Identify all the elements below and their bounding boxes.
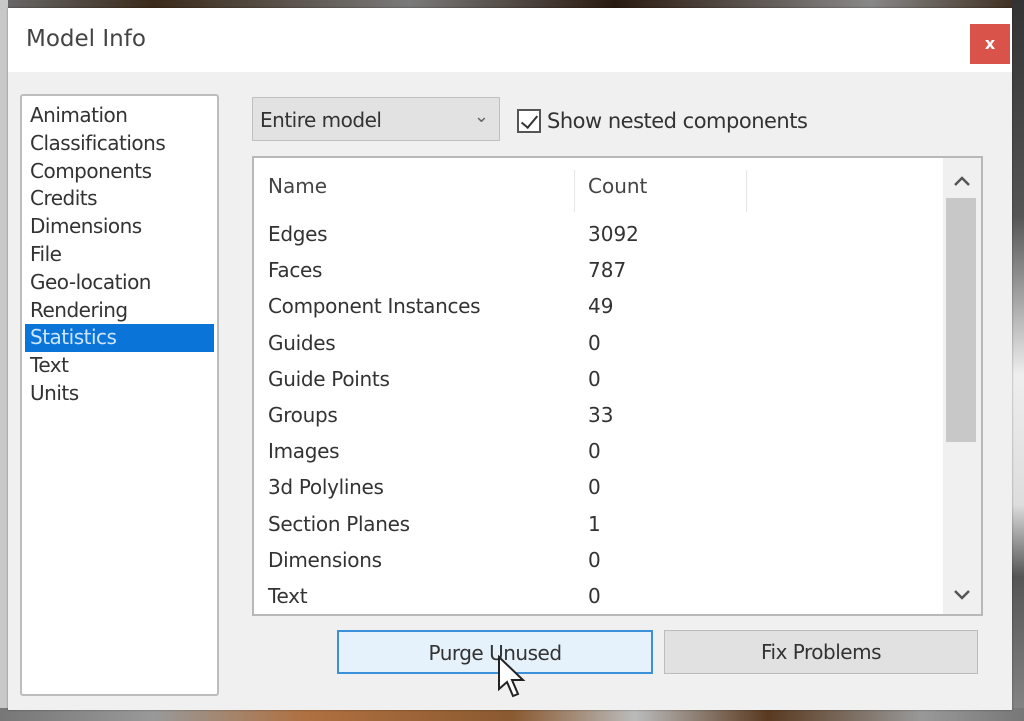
row-name: Dimensions [268, 547, 382, 572]
purge-unused-button[interactable]: Purge Unused [337, 630, 653, 674]
model-info-dialog: Model Info x Animation Classifications C… [8, 8, 1012, 710]
table-row[interactable]: Section Planes 1 [254, 508, 934, 544]
table-row[interactable]: 3d Polylines 0 [254, 471, 934, 507]
row-name: Images [268, 439, 340, 464]
sidebar-item-text[interactable]: Text [25, 352, 214, 380]
table-row[interactable]: Guide Points 0 [254, 363, 934, 399]
table-row[interactable]: Dimensions 0 [254, 544, 934, 580]
column-divider[interactable] [746, 170, 747, 212]
chevron-up-icon [954, 176, 970, 186]
row-count: 787 [588, 258, 627, 283]
table-row[interactable]: Groups 33 [254, 399, 934, 435]
background-right [1012, 0, 1024, 721]
row-count: 3092 [588, 222, 639, 246]
checkbox-checked-icon[interactable] [517, 109, 541, 133]
row-count: 0 [588, 330, 601, 355]
sidebar-item-classifications[interactable]: Classifications [25, 130, 214, 158]
column-header-name[interactable]: Name [268, 174, 327, 198]
sidebar-item-file[interactable]: File [25, 241, 214, 269]
sidebar-item-units[interactable]: Units [25, 380, 214, 408]
scroll-thumb[interactable] [946, 198, 976, 442]
sidebar-item-dimensions[interactable]: Dimensions [25, 213, 214, 241]
row-name: Groups [268, 402, 338, 427]
table-body: Edges 3092 Faces 787 Component Instances 49… [254, 218, 934, 614]
row-name: Guide Points [268, 366, 390, 391]
scroll-up-button[interactable] [943, 164, 981, 200]
row-name: Section Planes [268, 511, 410, 536]
window-title: Model Info [26, 26, 146, 52]
scope-dropdown[interactable]: Entire model ⌄ [252, 97, 500, 141]
row-count: 49 [588, 294, 614, 319]
table-row[interactable]: Faces 787 [254, 254, 934, 290]
scope-dropdown-value: Entire model [260, 108, 382, 132]
category-list[interactable]: Animation Classifications Components Cre… [20, 94, 219, 696]
row-name: Text [268, 583, 308, 608]
row-count: 0 [588, 475, 601, 500]
statistics-table: Name Count Edges 3092 Faces 787 Component … [252, 156, 983, 616]
row-count: 0 [588, 583, 601, 608]
show-nested-components-label: Show nested components [547, 109, 808, 133]
scroll-down-button[interactable] [943, 578, 981, 614]
row-count: 33 [588, 402, 614, 427]
sidebar-item-statistics[interactable]: Statistics [25, 324, 214, 353]
close-button[interactable]: x [970, 24, 1010, 64]
table-row[interactable]: Component Instances 49 [254, 290, 934, 326]
column-header-count[interactable]: Count [588, 174, 647, 198]
row-name: Edges [268, 222, 328, 246]
chevron-down-icon [954, 590, 970, 600]
chevron-down-icon: ⌄ [473, 106, 489, 127]
sidebar-item-rendering[interactable]: Rendering [25, 297, 214, 325]
row-name: 3d Polylines [268, 475, 384, 500]
row-name: Component Instances [268, 294, 481, 319]
sidebar-item-credits[interactable]: Credits [25, 185, 214, 213]
row-count: 0 [588, 439, 601, 464]
row-name: Faces [268, 258, 323, 283]
row-count: 0 [588, 547, 601, 572]
row-count: 0 [588, 366, 601, 391]
title-bar[interactable]: Model Info x [8, 8, 1012, 72]
row-name: Guides [268, 330, 336, 355]
table-row[interactable]: Text 0 [254, 580, 934, 614]
table-row[interactable]: Images 0 [254, 435, 934, 471]
fix-problems-button[interactable]: Fix Problems [664, 630, 978, 674]
row-count: 1 [588, 511, 601, 536]
table-row[interactable]: Edges 3092 [254, 218, 934, 254]
column-divider[interactable] [574, 170, 575, 212]
background-left [0, 0, 8, 721]
sidebar-item-geo-location[interactable]: Geo-location [25, 269, 214, 297]
sidebar-item-components[interactable]: Components [25, 158, 214, 186]
table-header: Name Count [254, 158, 934, 214]
show-nested-components-checkbox[interactable]: Show nested components [517, 106, 808, 136]
table-row[interactable]: Guides 0 [254, 327, 934, 363]
close-icon: x [984, 34, 996, 53]
vertical-scrollbar[interactable] [943, 158, 981, 614]
sidebar-item-animation[interactable]: Animation [25, 102, 214, 130]
